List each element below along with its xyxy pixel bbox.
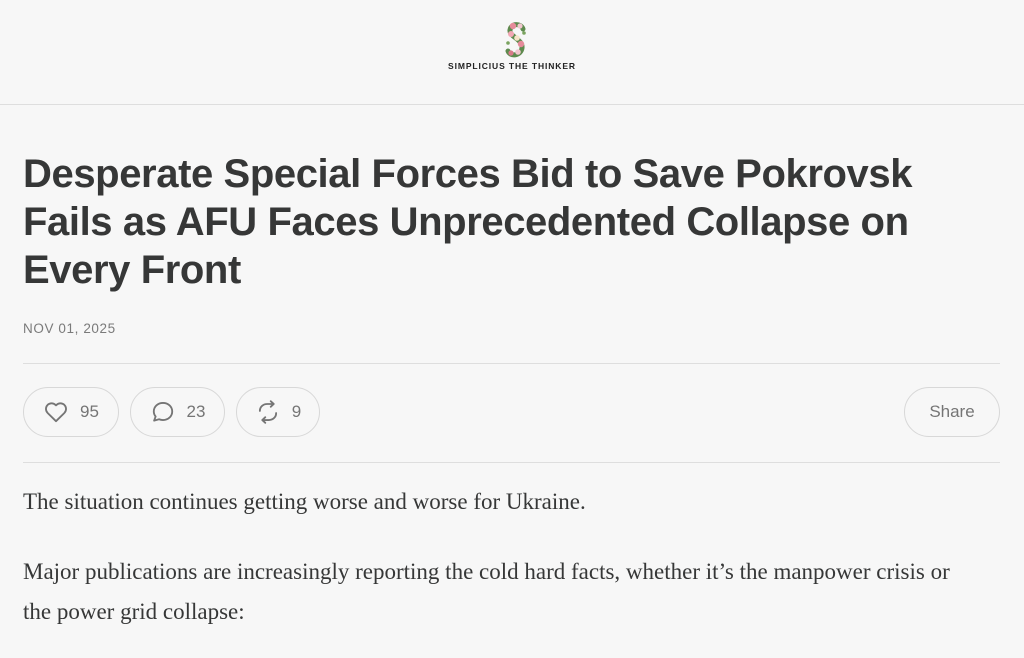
site-header: SIMPLICIUS THE THINKER [0,0,1024,105]
like-button[interactable]: 95 [23,387,119,437]
like-count: 95 [80,402,99,421]
comment-bubble-icon [152,401,173,422]
article-paragraph: Major publications are increasingly repo… [23,559,950,624]
top-divider [23,363,1000,364]
comment-button[interactable]: 23 [130,387,225,437]
share-button[interactable]: Share [904,387,1000,437]
article-title: Desperate Special Forces Bid to Save Pok… [23,152,913,292]
share-label: Share [929,402,975,421]
article-paragraph: The situation continues getting worse an… [23,489,586,514]
restack-count: 9 [291,402,302,421]
bottom-divider [23,462,1000,463]
article-date: NOV 01, 2025 [23,321,116,336]
restack-icon [258,400,277,424]
restack-button[interactable]: 9 [236,387,320,437]
comment-count: 23 [186,402,206,421]
heart-icon [45,402,67,423]
floral-s-logo-icon[interactable] [499,20,533,62]
publication-name[interactable]: SIMPLICIUS THE THINKER [0,61,1024,71]
